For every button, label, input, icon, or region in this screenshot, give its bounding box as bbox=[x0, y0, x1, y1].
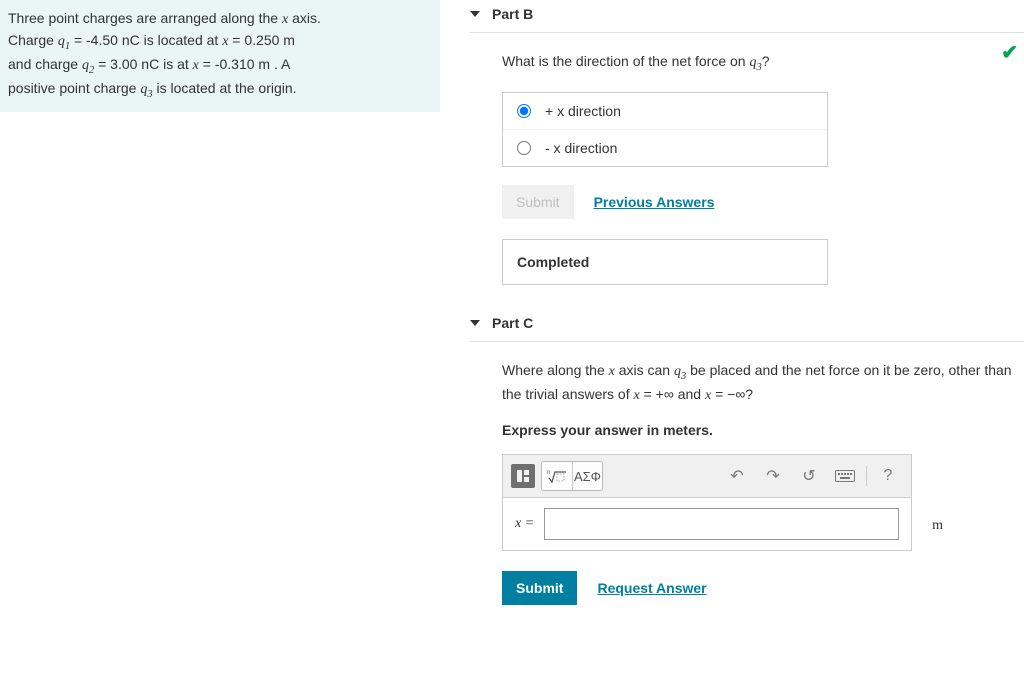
redo-icon[interactable]: ↷ bbox=[758, 462, 788, 490]
desc-text: positive point charge bbox=[8, 80, 140, 96]
desc-text: Three point charges are arranged along t… bbox=[8, 10, 282, 26]
desc-text: = -0.310 m . A bbox=[199, 56, 290, 72]
previous-answers-link[interactable]: Previous Answers bbox=[594, 194, 715, 210]
caret-down-icon[interactable] bbox=[470, 320, 480, 326]
request-answer-link[interactable]: Request Answer bbox=[597, 580, 706, 596]
answer-input[interactable] bbox=[544, 508, 899, 540]
part-c-body: Where along the x axis can q3 be placed … bbox=[470, 342, 1024, 650]
desc-text: is located at the origin. bbox=[153, 80, 297, 96]
desc-text: = 0.250 m bbox=[228, 32, 295, 48]
radio-minus-x[interactable] bbox=[517, 141, 531, 155]
part-c-question: Where along the x axis can q3 be placed … bbox=[502, 360, 1024, 407]
part-b-title: Part B bbox=[492, 6, 533, 22]
part-c-title: Part C bbox=[492, 315, 533, 331]
part-b-question: What is the direction of the net force o… bbox=[502, 51, 1024, 76]
desc-text: and charge bbox=[8, 56, 82, 72]
keyboard-icon[interactable] bbox=[830, 462, 860, 490]
submit-button-disabled: Submit bbox=[502, 185, 574, 219]
desc-text: = 3.00 nC is at bbox=[94, 56, 192, 72]
var-q2: q2 bbox=[82, 58, 94, 73]
nth-root-icon[interactable]: n bbox=[542, 462, 572, 490]
desc-text: Charge bbox=[8, 32, 58, 48]
help-icon[interactable]: ? bbox=[873, 462, 903, 490]
reset-icon[interactable]: ↺ bbox=[794, 462, 824, 490]
part-b-actions: Submit Previous Answers bbox=[502, 185, 1024, 219]
greek-symbols-button[interactable]: ΑΣΦ bbox=[572, 462, 602, 490]
var-q3: q3 bbox=[140, 82, 152, 97]
var-q1: q1 bbox=[58, 34, 70, 49]
desc-text: axis. bbox=[288, 10, 321, 26]
caret-down-icon[interactable] bbox=[470, 11, 480, 17]
radio-plus-x[interactable] bbox=[517, 104, 531, 118]
choice-group: + x direction - x direction bbox=[502, 92, 828, 167]
answer-input-container: n ΑΣΦ ↶ ↷ ↺ ? x = m bbox=[502, 454, 912, 551]
variable-label: x = bbox=[515, 516, 534, 532]
choice-label: + x direction bbox=[545, 103, 621, 119]
undo-icon[interactable]: ↶ bbox=[722, 462, 752, 490]
tool-group-math: n ΑΣΦ bbox=[541, 461, 603, 491]
correct-check-icon: ✔ bbox=[1001, 40, 1018, 65]
completed-label: Completed bbox=[517, 254, 589, 270]
choice-label: - x direction bbox=[545, 140, 617, 156]
unit-label: m bbox=[932, 518, 943, 534]
choice-plus-x[interactable]: + x direction bbox=[503, 93, 827, 129]
templates-icon[interactable] bbox=[511, 464, 535, 488]
problem-description: Three point charges are arranged along t… bbox=[0, 0, 440, 112]
main-column: Part B ✔ What is the direction of the ne… bbox=[470, 0, 1024, 649]
toolbar-separator bbox=[866, 466, 867, 486]
part-c-instruction: Express your answer in meters. bbox=[502, 422, 1024, 438]
part-c-header: Part C bbox=[470, 309, 1024, 337]
var-q3: q3 bbox=[749, 55, 761, 70]
submit-button[interactable]: Submit bbox=[502, 571, 577, 605]
desc-text: = -4.50 nC is located at bbox=[70, 32, 222, 48]
equation-toolbar: n ΑΣΦ ↶ ↷ ↺ ? bbox=[503, 455, 911, 498]
choice-minus-x[interactable]: - x direction bbox=[503, 129, 827, 166]
answer-entry-row: x = bbox=[503, 498, 911, 550]
completed-box: Completed bbox=[502, 239, 828, 285]
part-c-actions: Submit Request Answer bbox=[502, 571, 1024, 605]
part-b-body: What is the direction of the net force o… bbox=[470, 33, 1024, 309]
svg-text:n: n bbox=[547, 470, 550, 476]
part-b-header: Part B bbox=[470, 0, 1024, 28]
